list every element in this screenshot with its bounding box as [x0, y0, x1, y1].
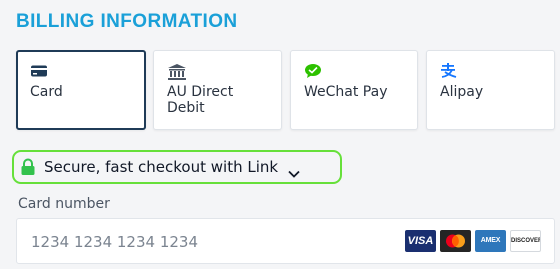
tab-card-label: Card [30, 84, 63, 100]
link-checkout-text: Secure, fast checkout with Link [44, 158, 279, 176]
lock-icon [20, 158, 36, 176]
card-number-input[interactable] [29, 229, 373, 255]
wechat-icon [304, 63, 324, 81]
alipay-icon [440, 63, 460, 81]
bank-icon [167, 63, 187, 81]
chevron-down-icon [288, 163, 300, 178]
billing-information-heading: BILLING INFORMATION [16, 11, 238, 32]
amex-icon: AMEX [475, 230, 506, 252]
card-icon [30, 63, 50, 81]
card-number-field: VISA AMEX DISCOVER [16, 218, 555, 264]
discover-icon: DISCOVER [510, 230, 541, 252]
link-checkout-button[interactable]: Secure, fast checkout with Link [12, 150, 342, 184]
tab-alipay-label: Alipay [440, 84, 484, 100]
tab-wechat-pay-label: WeChat Pay [304, 84, 388, 100]
tab-wechat-pay[interactable]: WeChat Pay [290, 50, 418, 130]
visa-icon: VISA [405, 230, 436, 252]
mastercard-icon [440, 230, 471, 252]
card-number-label: Card number [18, 196, 110, 212]
tab-au-direct-debit-label: AU Direct Debit [167, 84, 234, 116]
tab-au-direct-debit[interactable]: AU Direct Debit [153, 50, 282, 130]
tab-card[interactable]: Card [16, 50, 146, 130]
tab-alipay[interactable]: Alipay [426, 50, 555, 130]
